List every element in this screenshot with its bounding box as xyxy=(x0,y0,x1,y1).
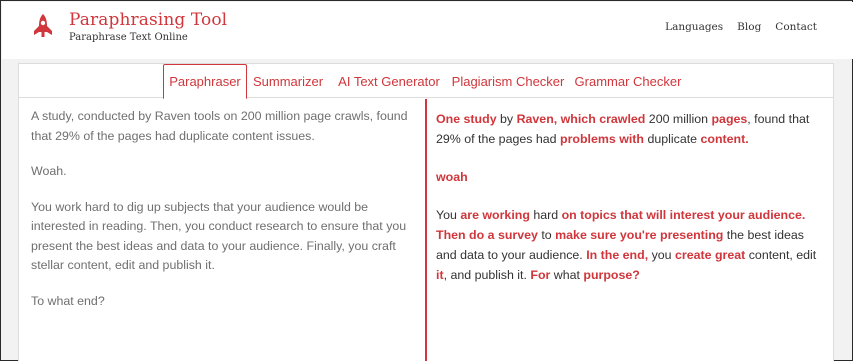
tab-ai-text-generator[interactable]: AI Text Generator xyxy=(335,64,443,98)
unchanged-phrase: You xyxy=(436,208,461,222)
brand-title[interactable]: Paraphrasing Tool xyxy=(69,10,227,30)
unchanged-phrase: by xyxy=(496,112,517,126)
changed-phrase[interactable]: woah xyxy=(436,170,468,184)
input-paragraph: A study, conducted by Raven tools on 200… xyxy=(31,109,408,143)
input-paragraph: Woah. xyxy=(31,164,67,178)
changed-phrase[interactable]: pages xyxy=(711,112,747,126)
site-header: Paraphrasing Tool Paraphrase Text Online… xyxy=(2,2,853,59)
tab-summarizer[interactable]: Summarizer xyxy=(253,64,323,98)
top-nav: Languages Blog Contact xyxy=(665,21,817,33)
output-paragraph: One study by Raven, which crawled 200 mi… xyxy=(436,109,821,149)
nav-link-contact[interactable]: Contact xyxy=(775,21,817,33)
unchanged-phrase: content, edit xyxy=(745,248,817,262)
output-paragraph: You are working hard on topics that will… xyxy=(436,205,821,285)
pane-divider xyxy=(425,99,427,361)
output-paragraph: woah xyxy=(436,167,821,187)
tab-plagiarism-checker[interactable]: Plagiarism Checker xyxy=(452,64,565,98)
tool-card: Paraphraser Summarizer AI Text Generator… xyxy=(18,63,834,361)
tool-tabs: Paraphraser Summarizer AI Text Generator… xyxy=(19,64,833,99)
changed-phrase[interactable]: make sure you're presenting xyxy=(555,228,723,242)
changed-phrase[interactable]: One study xyxy=(436,112,497,126)
changed-phrase[interactable]: Raven, which crawled xyxy=(517,112,646,126)
output-text-area[interactable]: One study by Raven, which crawled 200 mi… xyxy=(436,109,821,303)
input-text-area[interactable]: A study, conducted by Raven tools on 200… xyxy=(31,107,421,327)
app-frame: Paraphrasing Tool Paraphrase Text Online… xyxy=(0,0,853,361)
nav-link-languages[interactable]: Languages xyxy=(665,21,723,33)
unchanged-phrase: duplicate xyxy=(644,132,701,146)
unchanged-phrase: 200 million xyxy=(645,112,712,126)
nav-link-blog[interactable]: Blog xyxy=(737,21,761,33)
brand-subtitle: Paraphrase Text Online xyxy=(69,32,188,43)
changed-phrase[interactable]: In the end, xyxy=(586,248,648,262)
unchanged-phrase: to xyxy=(537,228,556,242)
changed-phrase[interactable]: it xyxy=(436,268,444,282)
changed-phrase[interactable]: create great xyxy=(675,248,745,262)
changed-phrase[interactable]: content. xyxy=(701,132,749,146)
unchanged-phrase: , and publish it. xyxy=(443,268,531,282)
changed-phrase[interactable]: problems with xyxy=(560,132,644,146)
unchanged-phrase: hard xyxy=(529,208,562,222)
input-paragraph: To what end? xyxy=(31,293,105,308)
changed-phrase[interactable]: purpose? xyxy=(583,268,639,282)
unchanged-phrase: what xyxy=(550,268,584,282)
unchanged-phrase: you xyxy=(648,248,676,262)
changed-phrase[interactable]: are working xyxy=(460,208,530,222)
rocket-logo-icon[interactable] xyxy=(31,13,55,39)
changed-phrase[interactable]: For xyxy=(530,268,550,282)
tab-paraphraser[interactable]: Paraphraser xyxy=(163,64,247,99)
input-paragraph: You work hard to dig up subjects that yo… xyxy=(31,199,407,273)
tab-grammar-checker[interactable]: Grammar Checker xyxy=(575,64,682,98)
